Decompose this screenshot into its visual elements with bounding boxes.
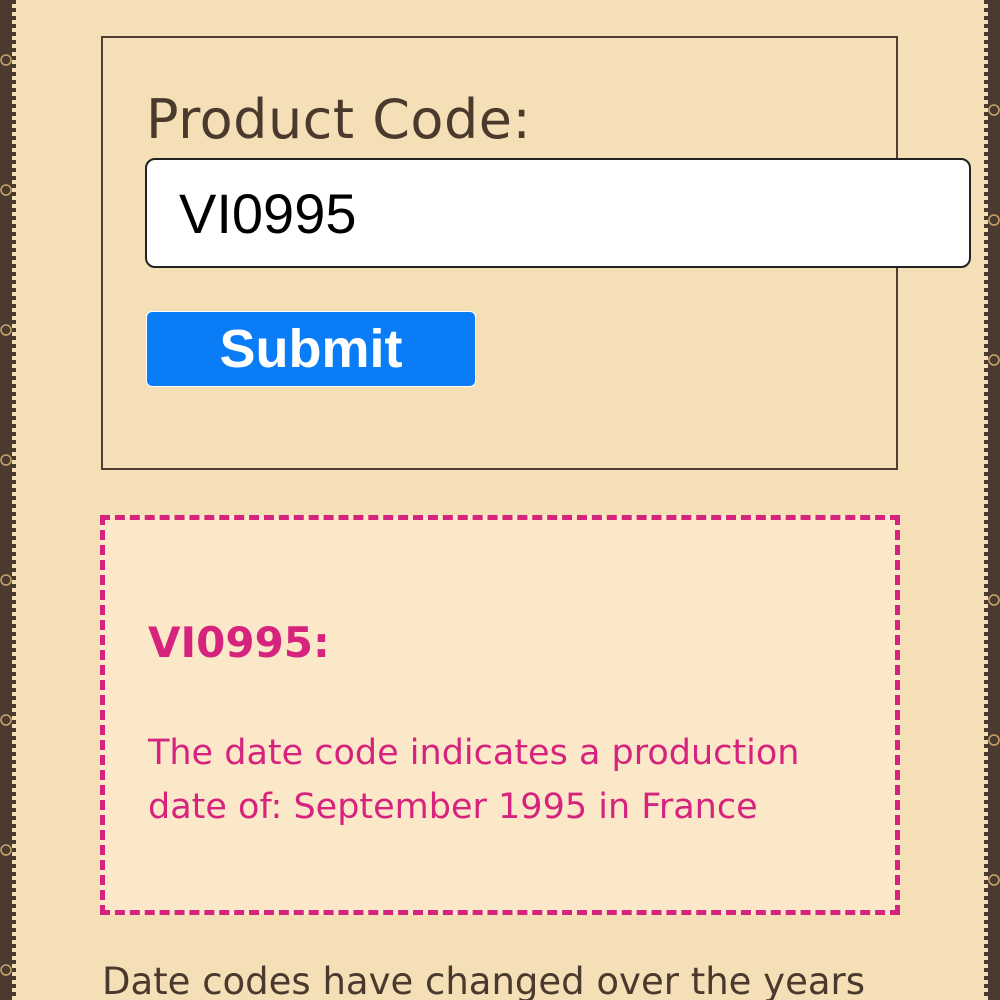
monogram-pattern-icon (0, 54, 12, 976)
right-decorative-border (988, 0, 1000, 1000)
result-panel (100, 515, 900, 915)
right-border-stitching (984, 0, 988, 1000)
footer-text: Date codes have changed over the years (102, 960, 865, 1000)
result-code-heading: VI0995: (148, 618, 330, 667)
result-message: The date code indicates a production dat… (148, 733, 800, 827)
left-border-stitching (12, 0, 16, 1000)
product-code-label: Product Code: (146, 88, 532, 151)
left-decorative-border (0, 0, 12, 1000)
submit-button[interactable]: Submit (146, 311, 476, 387)
product-code-input[interactable] (145, 158, 971, 268)
monogram-pattern-icon (988, 104, 1000, 886)
